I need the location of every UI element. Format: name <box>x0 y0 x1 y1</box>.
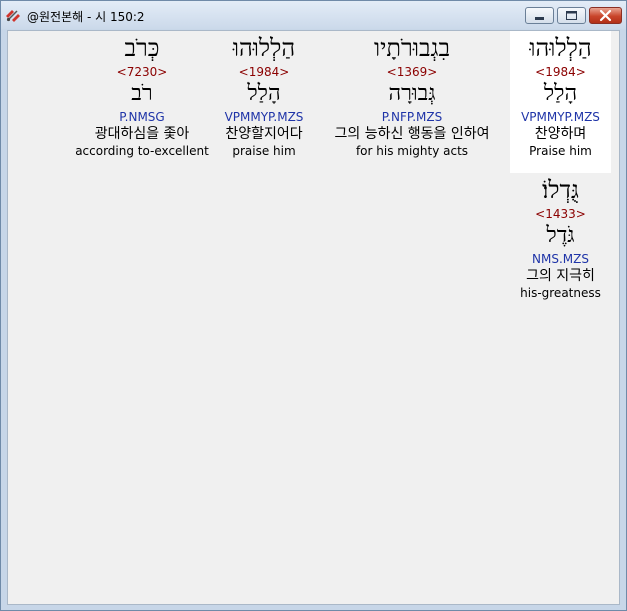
app-window: @원전본해 - 시 150:2 הַלְלוּהוּ <1984> הָלַל … <box>0 0 627 611</box>
minimize-button[interactable] <box>525 7 554 24</box>
hebrew-word: הַלְלוּהוּ <box>529 34 592 62</box>
korean-gloss: 그의 능하신 행동을 인하여 <box>334 126 490 142</box>
english-gloss: praise him <box>232 144 296 158</box>
maximize-icon <box>566 11 577 20</box>
hebrew-word: הַלְלוּהוּ <box>232 34 296 62</box>
english-gloss: for his mighty acts <box>355 144 469 158</box>
english-gloss: his-greatness <box>520 286 601 300</box>
word-block[interactable]: הַלְלוּהוּ <1984> הָלַל VPMMYP.MZS 찬양할지어… <box>214 31 314 173</box>
korean-gloss: 찬양하며 <box>534 126 587 142</box>
app-icon <box>5 7 21 23</box>
lemma-word: רֹב <box>131 81 153 106</box>
hebrew-word: בִגְבוּרֹתָיו <box>373 34 451 62</box>
lemma-word: גֹּדֶל <box>546 223 575 248</box>
close-icon <box>599 9 612 22</box>
window-title: @원전본해 - 시 150:2 <box>27 10 145 24</box>
word-block[interactable]: הַלְלוּהוּ <1984> הָלַל VPMMYP.MZS 찬양하며 … <box>510 31 611 173</box>
parsing-code[interactable]: P.NFP.MZS <box>320 109 504 125</box>
lemma-word: הָלַל <box>543 81 578 106</box>
parsing-code[interactable]: VPMMYP.MZS <box>510 109 611 125</box>
english-gloss: Praise him <box>529 144 592 158</box>
parsing-code[interactable]: VPMMYP.MZS <box>214 109 314 125</box>
word-block[interactable]: כְּרֹב <7230> רֹב P.NMSG 광대하심을 좇아 accord… <box>74 31 210 173</box>
strong-number[interactable]: <7230> <box>74 64 210 80</box>
verse-view[interactable]: הַלְלוּהוּ <1984> הָלַל VPMMYP.MZS 찬양하며 … <box>7 30 620 605</box>
close-button[interactable] <box>589 7 622 24</box>
word-block[interactable]: גֻּדְלוֹ׃ <1433> גֹּדֶל NMS.MZS 그의 지극히 h… <box>510 173 611 315</box>
word-block[interactable]: בִגְבוּרֹתָיו <1369> גְּבוּרָה P.NFP.MZS… <box>320 31 504 173</box>
parsing-code[interactable]: NMS.MZS <box>510 251 611 267</box>
korean-gloss: 광대하심을 좇아 <box>94 126 190 142</box>
minimize-icon <box>535 17 544 20</box>
english-gloss: according to-excellent <box>75 144 209 158</box>
strong-number[interactable]: <1433> <box>510 206 611 222</box>
korean-gloss: 찬양할지어다 <box>225 126 303 142</box>
title-bar[interactable]: @원전본해 - 시 150:2 <box>1 1 626 29</box>
lemma-word: גְּבוּרָה <box>388 81 436 106</box>
parsing-code[interactable]: P.NMSG <box>74 109 210 125</box>
lemma-word: הָלַל <box>247 81 281 106</box>
korean-gloss: 그의 지극히 <box>526 268 595 284</box>
hebrew-word: גֻּדְלוֹ׃ <box>542 176 579 204</box>
hebrew-word: כְּרֹב <box>124 34 160 62</box>
maximize-button[interactable] <box>557 7 586 24</box>
strong-number[interactable]: <1984> <box>214 64 314 80</box>
strong-number[interactable]: <1369> <box>320 64 504 80</box>
strong-number[interactable]: <1984> <box>510 64 611 80</box>
